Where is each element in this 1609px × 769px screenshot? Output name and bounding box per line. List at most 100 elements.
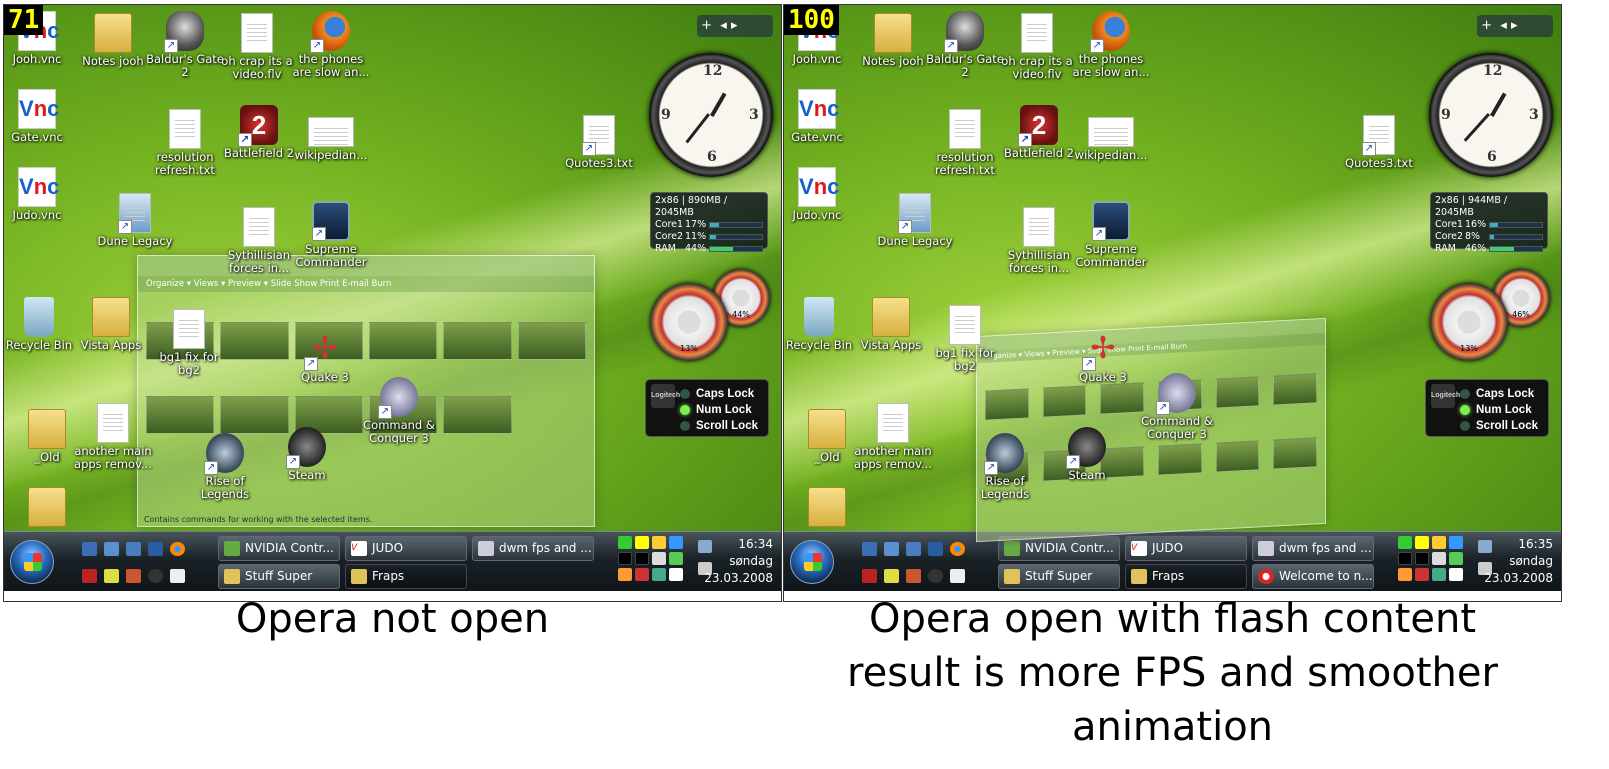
window-icon[interactable] xyxy=(126,542,141,556)
desktop-icon-oh-crap[interactable]: oh crap its a video.flv xyxy=(218,13,296,81)
task-judo[interactable]: V JUDO xyxy=(345,536,467,561)
window-icon[interactable] xyxy=(928,542,943,556)
desktop-icon-resolution[interactable]: resolution refresh.txt xyxy=(146,109,224,177)
app-icon[interactable] xyxy=(928,569,943,583)
thumbnail[interactable] xyxy=(985,388,1029,421)
desktop-icon-quotes[interactable]: Quotes3.txt xyxy=(1340,115,1418,170)
thumbnail[interactable] xyxy=(1215,376,1260,409)
tray-icon[interactable] xyxy=(618,536,632,549)
task-fraps[interactable]: Fraps xyxy=(345,564,467,589)
desktop-icon-gate-vnc[interactable]: Vnc Gate.vnc xyxy=(4,89,76,144)
desktop-icon-oh-crap[interactable]: oh crap its a video.flv xyxy=(998,13,1076,81)
tray-icon[interactable] xyxy=(1432,536,1446,549)
desktop-icon-recycle-bin[interactable]: Recycle Bin xyxy=(4,297,78,352)
tray-icon[interactable] xyxy=(635,568,649,581)
desktop-icon-folder[interactable] xyxy=(788,487,866,529)
fraps-tray-icon[interactable] xyxy=(635,536,649,549)
thumbnail[interactable] xyxy=(146,396,215,434)
desktop-icon-phones[interactable]: the phones are slow an... xyxy=(292,11,370,79)
thumbnail[interactable] xyxy=(518,396,586,434)
desktop-icon-supreme[interactable]: Supreme Commander xyxy=(292,201,370,269)
desktop-icon-supreme[interactable]: Supreme Commander xyxy=(1072,201,1150,269)
desktop-icon-rise[interactable]: Rise of Legends xyxy=(186,433,264,501)
tray-clock[interactable]: 16:35 søndag 23.03.2008 xyxy=(1484,536,1553,587)
task-dwm[interactable]: dwm fps and ... xyxy=(1252,536,1374,561)
desktop-icon-wikipedian[interactable]: wikipedian... xyxy=(1072,117,1150,162)
desktop-icon-folder[interactable] xyxy=(8,487,86,529)
tray-icon[interactable] xyxy=(652,568,666,581)
thumbnail[interactable] xyxy=(1158,443,1202,476)
desktop-icon-judo-vnc[interactable]: Vnc Judo.vnc xyxy=(4,167,76,222)
desktop-icon-notes-jooh[interactable]: Notes jooh xyxy=(74,13,152,68)
desktop-icon-steam[interactable]: Steam xyxy=(268,427,346,482)
desktop-icon-recycle-bin[interactable]: Recycle Bin xyxy=(784,297,858,352)
network-icon[interactable] xyxy=(669,536,683,549)
window-icon[interactable] xyxy=(906,542,921,556)
tray-icon[interactable] xyxy=(618,552,632,565)
document-icon[interactable] xyxy=(950,569,965,583)
tray-icon[interactable] xyxy=(1415,552,1429,565)
task-fraps[interactable]: Fraps xyxy=(1125,564,1247,589)
thumbnail[interactable] xyxy=(369,322,438,360)
desktop-icon-battlefield[interactable]: 2Battlefield 2 xyxy=(1000,105,1078,160)
desktop-icon[interactable] xyxy=(862,542,877,556)
desktop-icon-another[interactable]: another main apps remov... xyxy=(74,403,152,471)
firefox-icon[interactable] xyxy=(170,542,185,556)
desktop-icon-bg1[interactable]: bg1 fix for bg2 xyxy=(926,305,1004,373)
app-icon[interactable] xyxy=(82,569,97,583)
tray-icon[interactable] xyxy=(1415,568,1429,581)
tray-icon[interactable] xyxy=(652,536,666,549)
shield-icon[interactable] xyxy=(1398,568,1412,581)
tray-icon[interactable] xyxy=(1432,568,1446,581)
desktop-icon-quake[interactable]: ✢Quake 3 xyxy=(286,329,364,384)
vnc-tray-icon[interactable] xyxy=(1449,568,1463,581)
desktop-icon-cnc[interactable]: Command & Conquer 3 xyxy=(1138,373,1216,441)
thumbnail[interactable] xyxy=(443,396,512,434)
document-icon[interactable] xyxy=(170,569,185,583)
desktop-icon-notes-jooh[interactable]: Notes jooh xyxy=(854,13,932,68)
thumbnail[interactable] xyxy=(1042,385,1087,418)
desktop-icon-vista-apps[interactable]: Vista Apps xyxy=(852,297,930,352)
desktop-icon-resolution[interactable]: resolution refresh.txt xyxy=(926,109,1004,177)
desktop-icon-baldurs-gate[interactable]: Baldur's Gate 2 xyxy=(926,11,1004,79)
desktop-icon-sythillisian[interactable]: Sythillisian forces in... xyxy=(220,207,298,275)
tray-icon[interactable] xyxy=(1398,552,1412,565)
desktop-icon-gate-vnc[interactable]: Vnc Gate.vnc xyxy=(784,89,856,144)
tray-clock[interactable]: 16:34 søndag 23.03.2008 xyxy=(704,536,773,587)
desktop-icon-steam[interactable]: Steam xyxy=(1048,427,1126,482)
shield-icon[interactable] xyxy=(618,568,632,581)
tray-icon[interactable] xyxy=(1432,552,1446,565)
window-icon[interactable] xyxy=(884,542,899,556)
network-icon[interactable] xyxy=(1449,536,1463,549)
desktop-icon-dune[interactable]: Dune Legacy xyxy=(876,193,954,248)
sidebar-controls[interactable]: + ◂ ▸ xyxy=(697,15,773,37)
desktop-icon-baldurs-gate[interactable]: Baldur's Gate 2 xyxy=(146,11,224,79)
start-button[interactable] xyxy=(10,540,54,584)
tray-icon[interactable] xyxy=(652,552,666,565)
desktop-icon-vista-apps[interactable]: Vista Apps xyxy=(72,297,150,352)
desktop-icon[interactable] xyxy=(82,542,97,556)
desktop-icon-judo-vnc[interactable]: Vnc Judo.vnc xyxy=(784,167,856,222)
desktop-icon-rise[interactable]: Rise of Legends xyxy=(966,433,1044,501)
task-dwm[interactable]: dwm fps and ... xyxy=(472,536,594,561)
thumbnail[interactable] xyxy=(443,322,512,360)
desktop-icon-battlefield[interactable]: 2Battlefield 2 xyxy=(220,105,298,160)
sidebar-controls[interactable]: + ◂ ▸ xyxy=(1477,15,1553,37)
task-judo[interactable]: V JUDO xyxy=(1125,536,1247,561)
task-nvidia[interactable]: NVIDIA Contr... xyxy=(218,536,340,561)
desktop-icon-another[interactable]: another main apps remov... xyxy=(854,403,932,471)
refresh-icon[interactable] xyxy=(1449,552,1463,565)
task-stuff-super[interactable]: Stuff Super xyxy=(218,564,340,589)
vnc-tray-icon[interactable] xyxy=(669,568,683,581)
app-icon[interactable] xyxy=(884,569,899,583)
refresh-icon[interactable] xyxy=(669,552,683,565)
desktop-icon-phones[interactable]: the phones are slow an... xyxy=(1072,11,1150,79)
desktop-icon-wikipedian[interactable]: wikipedian... xyxy=(292,117,370,162)
task-stuff-super[interactable]: Stuff Super xyxy=(998,564,1120,589)
thumbnail[interactable] xyxy=(220,322,289,360)
firefox-icon[interactable] xyxy=(950,542,965,556)
thumbnail[interactable] xyxy=(517,322,586,360)
desktop-icon-cnc[interactable]: Command & Conquer 3 xyxy=(360,377,438,445)
fraps-tray-icon[interactable] xyxy=(1415,536,1429,549)
desktop-icon-quake[interactable]: ✢Quake 3 xyxy=(1064,329,1142,384)
